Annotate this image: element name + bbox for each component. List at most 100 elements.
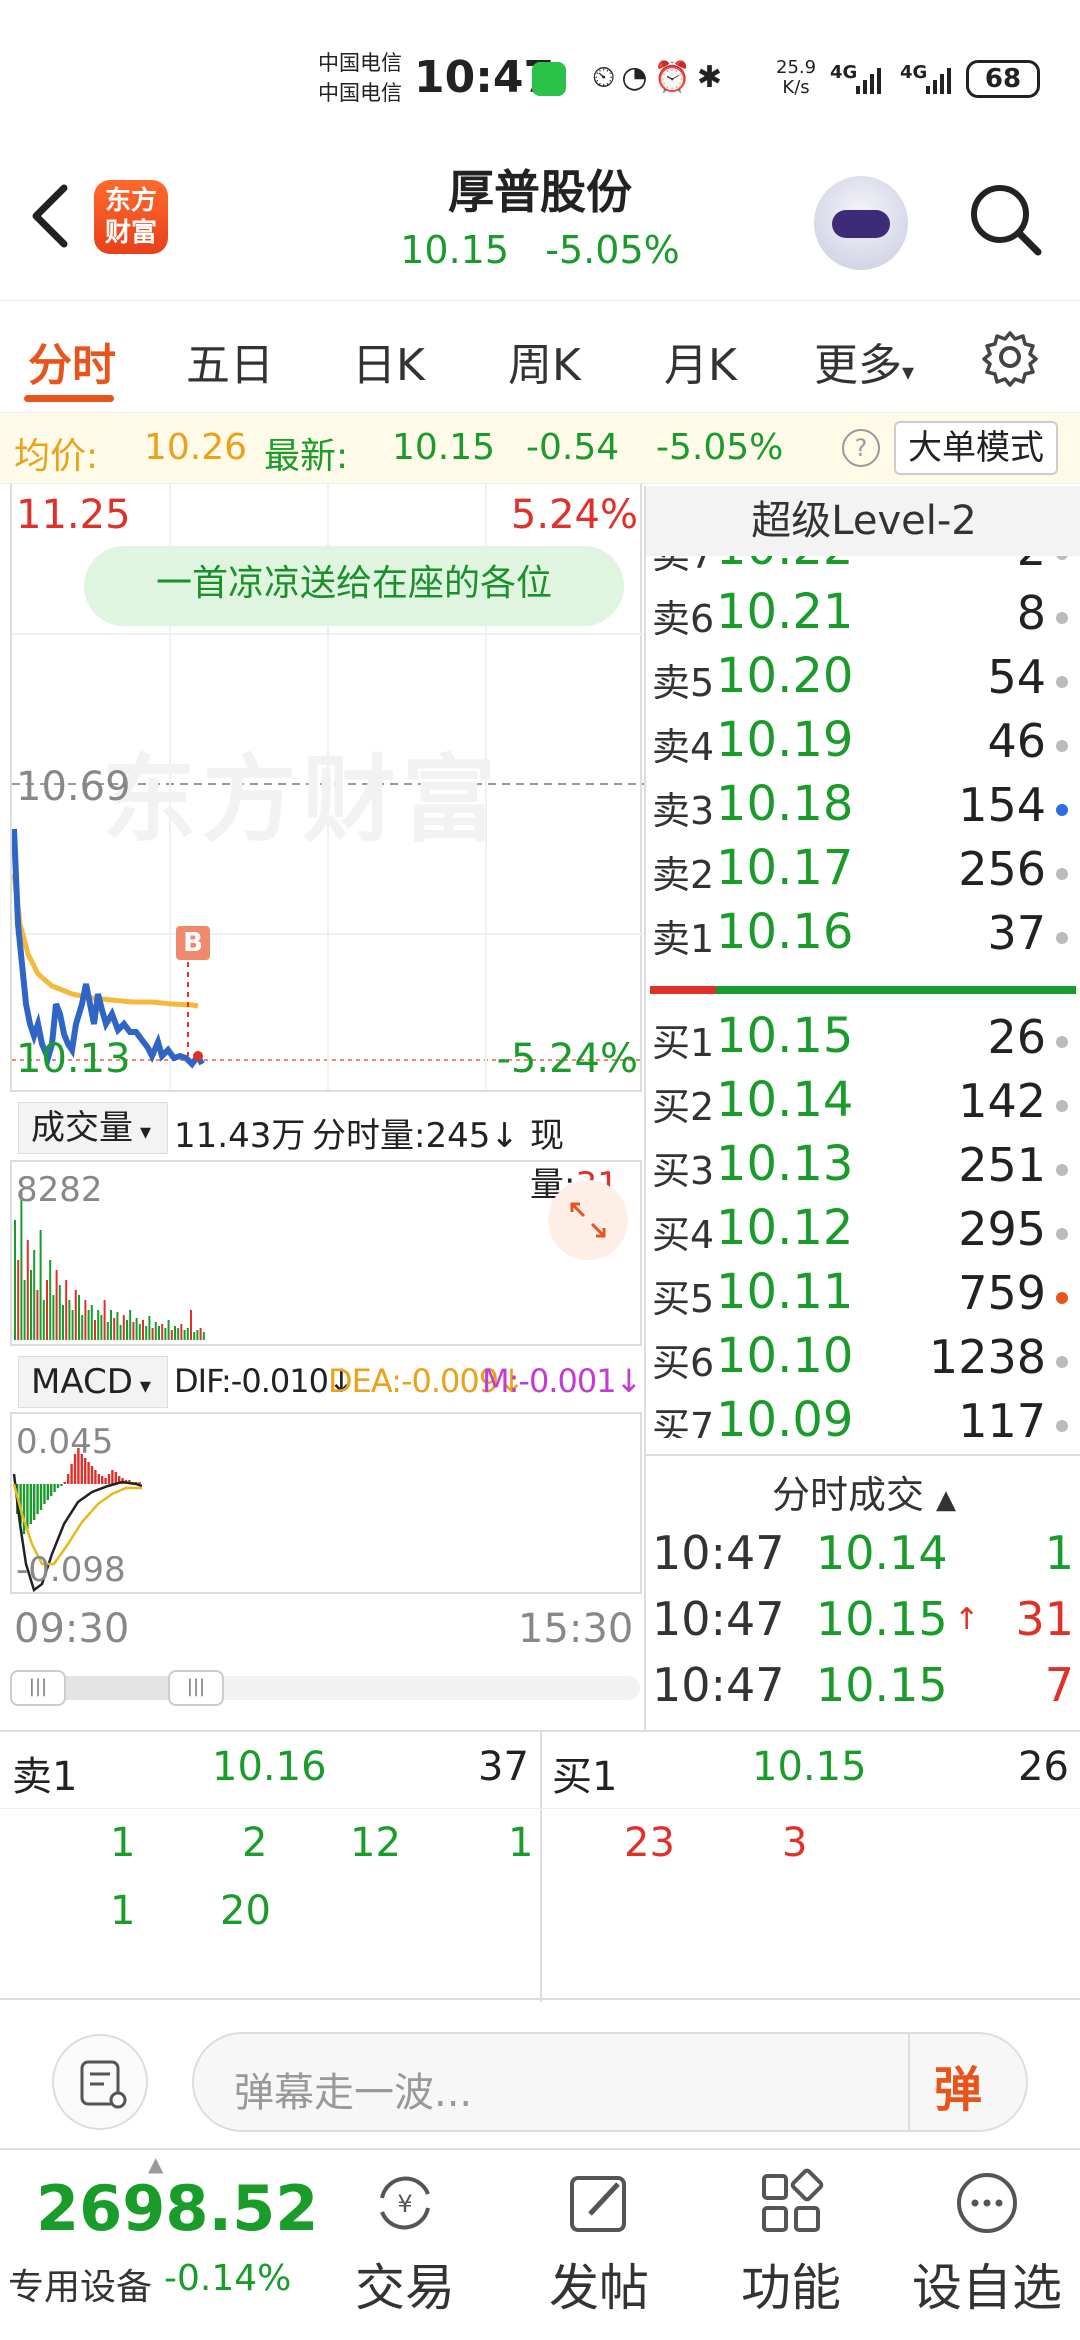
search-icon[interactable]	[964, 178, 1044, 258]
tab-five-day[interactable]: 五日	[186, 329, 274, 393]
ask-volume: 256	[958, 842, 1046, 896]
queue-sell-label: 卖1	[12, 1754, 78, 1800]
range-handle-left[interactable]: |||	[10, 1670, 66, 1706]
app-logo[interactable]: 东方 财富	[94, 180, 168, 254]
large-order-mode-button[interactable]: 大单模式	[894, 421, 1058, 475]
bid-volume: 117	[958, 1394, 1046, 1438]
expand-icon[interactable]	[548, 1180, 628, 1260]
queue-sell-order: 1	[508, 1820, 534, 1866]
range-handle-right[interactable]: |||	[168, 1670, 224, 1706]
ask-row[interactable]: 卖3 10.18 154	[646, 776, 1076, 840]
indicator-selector-macd[interactable]: MACD ▾	[18, 1356, 168, 1408]
ask-level-label: 卖1	[652, 917, 715, 961]
bid-row[interactable]: 买1 10.15 26	[646, 1008, 1076, 1072]
chart-tabs: 分时 五日 日K 周K 月K 更多▾	[0, 300, 1080, 412]
queue-sell-order: 1	[110, 1888, 136, 1934]
bid-level-label: 买6	[652, 1341, 715, 1385]
bid-dot-indicator	[1056, 1356, 1068, 1368]
ask-price: 10.22	[716, 556, 853, 576]
assistant-robot-icon[interactable]	[814, 176, 908, 270]
volume-chart[interactable]: 8282	[10, 1162, 642, 1344]
ask-row[interactable]: 卖4 10.19 46	[646, 712, 1076, 776]
tab-monthly-k[interactable]: 月K	[664, 329, 737, 393]
ask-dot-indicator	[1056, 868, 1068, 880]
ask-row[interactable]: 卖710.22 2	[646, 556, 1076, 584]
volume-bar	[71, 1310, 74, 1340]
tab-intraday[interactable]: 分时	[28, 329, 116, 393]
danmaku-input[interactable]: 弹幕走一波... 弹	[192, 2032, 1028, 2132]
danmaku-send-button[interactable]: 弹	[934, 2050, 982, 2120]
macd-bar	[39, 1484, 43, 1510]
ask-dot-indicator	[1056, 676, 1068, 688]
help-icon[interactable]: ?	[842, 429, 880, 467]
bid-volume: 759	[958, 1266, 1046, 1320]
bid-row[interactable]: 买3 10.13 251	[646, 1136, 1076, 1200]
macd-chart[interactable]: 0.045 -0.098	[10, 1414, 642, 1594]
danmaku-bubble[interactable]: 一首凉凉送给在座的各位	[84, 546, 624, 626]
danmaku-input-bar: 弹幕走一波... 弹	[0, 2000, 1080, 2150]
volume-bar	[113, 1318, 116, 1340]
bid-row[interactable]: 买6 10.10 1238	[646, 1328, 1076, 1392]
nav-functions-label: 功能	[741, 2259, 841, 2317]
ask-level-label: 卖4	[652, 725, 715, 769]
sector-index-value: 2698.52	[36, 2172, 319, 2245]
stock-price: 10.15	[400, 228, 510, 272]
nav-functions[interactable]: 功能	[716, 2152, 866, 2340]
ask-row[interactable]: 卖6 10.21 8	[646, 584, 1076, 648]
indicator-selector-volume[interactable]: 成交量 ▾	[18, 1102, 168, 1154]
buy-marker[interactable]: B	[176, 926, 210, 960]
volume-bar	[78, 1295, 80, 1340]
chart-bottom-price: 10.13	[16, 1036, 131, 1082]
sector-index-widget[interactable]: ▲ 2698.52 专用设备 -0.14%	[0, 2152, 320, 2340]
nav-trade[interactable]: ¥ 交易	[330, 2152, 480, 2340]
signal-1-icon	[854, 66, 884, 96]
danmaku-settings-icon[interactable]	[52, 2034, 148, 2130]
tab-more-label: 更多	[814, 340, 902, 391]
bid-level-label: 买4	[652, 1213, 715, 1257]
trade-volume: 31	[1015, 1592, 1074, 1646]
trade-time: 10:47	[652, 1592, 785, 1646]
volume-bar	[119, 1325, 122, 1340]
intraday-price-chart[interactable]: 东方财富 11.25 5.24% 一首凉凉送给在座的各位 10.69 B 10.…	[10, 484, 644, 1090]
bid-row[interactable]: 买5 10.11 759	[646, 1264, 1076, 1328]
bid-level-label: 买5	[652, 1277, 715, 1321]
bid-volume: 26	[987, 1010, 1046, 1064]
settings-gear-icon[interactable]	[980, 327, 1040, 387]
level2-header[interactable]: 超级Level-2	[646, 486, 1080, 556]
order-queue-section: 卖1 10.16 37 买1 10.15 26 1 2 12 1 1 20 23…	[0, 1730, 1080, 2002]
volume-max-label: 8282	[16, 1170, 103, 1210]
bid-row[interactable]: 买7 10.09 117	[646, 1392, 1076, 1438]
bid-list: 买1 10.15 26 买2 10.14 142 买3 10.13 251 买4 10.12 295 买…	[646, 1008, 1080, 1438]
ask-row[interactable]: 卖2 10.17 256	[646, 840, 1076, 904]
active-tab-indicator	[24, 395, 114, 402]
macd-bar	[101, 1476, 104, 1484]
chart-range-scroller[interactable]: ||| |||	[10, 1670, 640, 1706]
caret-up-icon: ▲	[936, 1485, 957, 1515]
bid-price: 10.15	[716, 1008, 854, 1064]
volume-bar	[30, 1270, 32, 1340]
volume-bar	[142, 1320, 144, 1340]
wechat-icon	[532, 62, 566, 96]
bid-row[interactable]: 买4 10.12 295	[646, 1200, 1076, 1264]
ask-volume: 154	[958, 778, 1046, 832]
macd-bar	[60, 1484, 63, 1486]
macd-bar	[36, 1484, 39, 1514]
range-selected	[66, 1676, 168, 1700]
tab-weekly-k[interactable]: 周K	[508, 329, 581, 393]
trades-title[interactable]: 分时成交 ▲	[646, 1464, 1080, 1519]
macd-bar	[50, 1484, 53, 1496]
macd-bar	[90, 1466, 94, 1484]
macd-header: MACD ▾ DIF:-0.010↓ DEA:-0.009↓ M:-0.001↓	[10, 1344, 642, 1414]
tab-daily-k[interactable]: 日K	[352, 329, 425, 393]
bid-row[interactable]: 买2 10.14 142	[646, 1072, 1076, 1136]
sector-change-pct: -0.14%	[164, 2258, 292, 2299]
nav-add-watchlist[interactable]: 设自选	[902, 2152, 1072, 2340]
nav-post[interactable]: 发帖	[524, 2152, 674, 2340]
ask-volume: 54	[987, 650, 1046, 704]
back-icon[interactable]	[20, 166, 80, 283]
volume-bar	[183, 1330, 186, 1340]
ask-row[interactable]: 卖5 10.20 54	[646, 648, 1076, 712]
volume-selector-label: 成交量	[31, 1108, 133, 1148]
tab-more[interactable]: 更多▾	[814, 329, 914, 393]
ask-row[interactable]: 卖1 10.16 37	[646, 904, 1076, 968]
